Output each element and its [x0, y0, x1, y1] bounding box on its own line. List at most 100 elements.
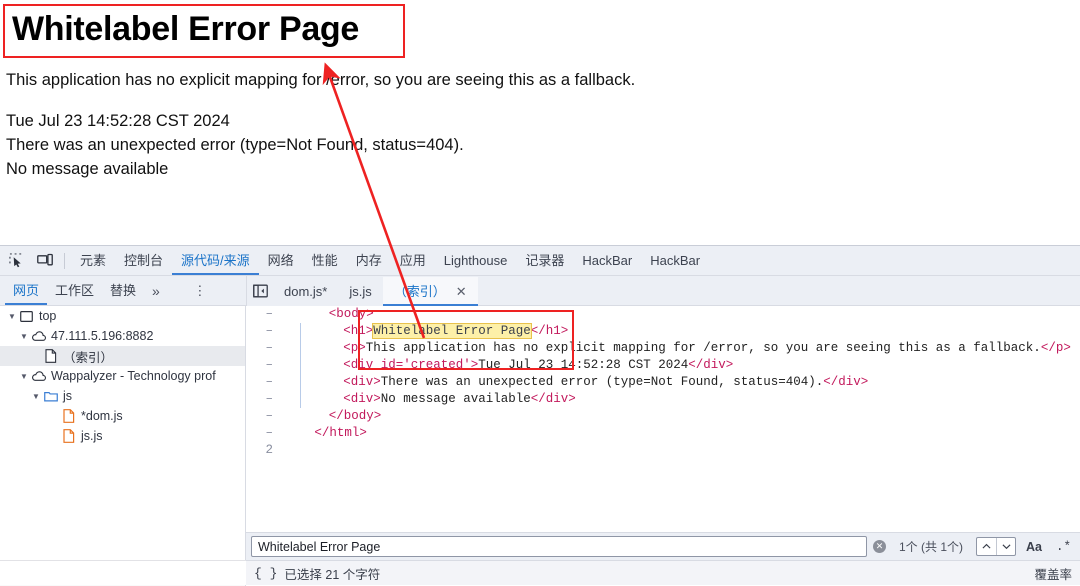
- code-token: </h1>: [530, 324, 569, 338]
- sources-subtabbar: 网页 工作区 替换 » ⋮ dom.js* js.js （索引） ✕: [0, 276, 1080, 306]
- code-token: <div>: [343, 392, 381, 406]
- code-token: </div>: [530, 392, 576, 406]
- tab-elements[interactable]: 元素: [71, 246, 115, 275]
- more-options-icon[interactable]: ⋮: [190, 283, 210, 299]
- error-message: No message available: [6, 160, 169, 178]
- toggle-navigator-icon[interactable]: [247, 276, 273, 306]
- code-line[interactable]: – <div id='created'>Tue Jul 23 14:52:28 C…: [246, 357, 1071, 374]
- indent-guide: [300, 323, 301, 408]
- frame-icon: [18, 310, 35, 322]
- code-token: </p>: [1040, 341, 1071, 355]
- code-line[interactable]: – </html>: [246, 425, 1071, 442]
- clear-search-icon[interactable]: ✕: [872, 540, 886, 553]
- code-line-text: <div id='created'>Tue Jul 23 14:52:28 CS…: [300, 357, 733, 374]
- pretty-print-icon[interactable]: { }: [254, 566, 277, 581]
- tree-item-dom-js[interactable]: *dom.js: [0, 406, 245, 426]
- code-token: <p>: [343, 341, 366, 355]
- subtab-more-icon[interactable]: »: [144, 283, 168, 299]
- tab-performance[interactable]: 性能: [303, 246, 347, 275]
- chevron-down-icon[interactable]: ▼: [30, 392, 42, 401]
- editor-tab-js-js[interactable]: js.js: [338, 277, 382, 306]
- code-line[interactable]: – <p>This application has no explicit map…: [246, 340, 1071, 357]
- fold-column: [282, 340, 300, 357]
- tree-item-origin[interactable]: ▼ 47.111.5.196:8882: [0, 326, 245, 346]
- editor-status-bar: { } 已选择 21 个字符 覆盖率: [246, 560, 1080, 585]
- line-gutter: –: [265, 358, 273, 372]
- tab-application[interactable]: 应用: [391, 246, 435, 275]
- fold-column: [282, 425, 300, 442]
- page-subtitle: This application has no explicit mapping…: [6, 71, 636, 89]
- tree-item-js-folder[interactable]: ▼ js: [0, 386, 245, 406]
- code-line-text: <body>: [300, 306, 374, 323]
- regex-toggle[interactable]: .*: [1052, 540, 1075, 554]
- coverage-label[interactable]: 覆盖率: [1034, 564, 1072, 583]
- fold-column: [282, 323, 300, 340]
- devtools-panel: 元素 控制台 源代码/来源 网络 性能 内存 应用 Lighthouse 记录器…: [0, 245, 1080, 586]
- tree-item-js-js[interactable]: js.js: [0, 426, 245, 446]
- tab-memory[interactable]: 内存: [347, 246, 391, 275]
- error-timestamp: Tue Jul 23 14:52:28 CST 2024: [6, 112, 230, 130]
- code-token: <h1>: [343, 324, 374, 338]
- js-file-icon: [60, 409, 77, 423]
- error-detail: There was an unexpected error (type=Not …: [6, 136, 464, 154]
- chevron-down-icon[interactable]: ▼: [6, 312, 18, 321]
- search-field-wrapper[interactable]: [251, 536, 867, 557]
- search-input[interactable]: [258, 537, 860, 556]
- code-line[interactable]: – </body>: [246, 408, 1071, 425]
- tree-item-wappalyzer[interactable]: ▼ Wappalyzer - Technology prof: [0, 366, 245, 386]
- tree-item-label: js: [63, 389, 73, 403]
- code-content[interactable]: – <body> – <h1>Whitelabel Error Page</h1> – <…: [246, 306, 1071, 459]
- editor-search-bar: ✕ 1个 (共 1个) Aa .*: [246, 532, 1080, 560]
- tab-hackbar-1[interactable]: HackBar: [573, 246, 641, 275]
- close-icon[interactable]: ✕: [456, 277, 467, 306]
- match-case-toggle[interactable]: Aa: [1022, 540, 1046, 554]
- code-line-text: <p>This application has no explicit mapp…: [300, 340, 1071, 357]
- fold-column: [282, 357, 300, 374]
- device-toolbar-icon[interactable]: [32, 249, 58, 273]
- code-line[interactable]: – <h1>Whitelabel Error Page</h1>: [246, 323, 1071, 340]
- js-file-icon: [60, 429, 77, 443]
- chevron-down-icon[interactable]: ▼: [18, 332, 30, 341]
- cloud-icon: [30, 370, 47, 382]
- code-line[interactable]: – <div>There was an unexpected error (typ…: [246, 374, 1071, 391]
- code-token: This application has no explicit mapping…: [365, 341, 1041, 355]
- inspect-element-icon[interactable]: [3, 249, 29, 273]
- code-line-text: </html>: [300, 425, 367, 442]
- editor-tab-dom-js[interactable]: dom.js*: [273, 277, 338, 306]
- code-line-text: </body>: [300, 408, 382, 425]
- chevron-down-icon[interactable]: ▼: [18, 372, 30, 381]
- code-line[interactable]: – <div>No message available</div>: [246, 391, 1071, 408]
- tab-sources[interactable]: 源代码/来源: [172, 246, 259, 275]
- search-prev-icon[interactable]: [977, 538, 996, 555]
- editor-tabbar: dom.js* js.js （索引） ✕: [246, 276, 478, 306]
- subtab-page[interactable]: 网页: [5, 276, 47, 305]
- subtab-overrides[interactable]: 替换: [102, 276, 144, 305]
- code-line[interactable]: – <body>: [246, 306, 1071, 323]
- code-line[interactable]: 2: [246, 442, 1071, 459]
- fold-column: [282, 306, 300, 323]
- tab-recorder[interactable]: 记录器: [516, 246, 573, 275]
- line-gutter: –: [265, 324, 273, 338]
- toolbar-divider: [64, 252, 65, 269]
- browser-page-content: Whitelabel Error Page This application h…: [0, 0, 1080, 245]
- line-gutter: –: [265, 375, 273, 389]
- line-gutter: –: [265, 307, 273, 321]
- line-gutter: –: [265, 341, 273, 355]
- tab-console[interactable]: 控制台: [115, 246, 172, 275]
- editor-tab-index[interactable]: （索引） ✕: [382, 276, 478, 306]
- tab-lighthouse[interactable]: Lighthouse: [435, 246, 517, 275]
- devtools-tabbar: 元素 控制台 源代码/来源 网络 性能 内存 应用 Lighthouse 记录器…: [0, 246, 1080, 276]
- tab-hackbar-2[interactable]: HackBar: [641, 246, 709, 275]
- tree-item-top[interactable]: ▼ top: [0, 306, 245, 326]
- line-gutter: –: [265, 392, 273, 406]
- code-token: <div>: [343, 375, 381, 389]
- search-nav-buttons: [976, 537, 1016, 556]
- code-line-text: <div>There was an unexpected error (type…: [300, 374, 868, 391]
- line-gutter: 2: [265, 443, 273, 457]
- tab-network[interactable]: 网络: [259, 246, 303, 275]
- search-next-icon[interactable]: [996, 538, 1015, 555]
- subtab-workspace[interactable]: 工作区: [47, 276, 102, 305]
- tree-item-index-document[interactable]: （索引）: [0, 346, 245, 366]
- editor-tab-label: dom.js*: [284, 283, 328, 299]
- line-gutter: –: [265, 409, 273, 423]
